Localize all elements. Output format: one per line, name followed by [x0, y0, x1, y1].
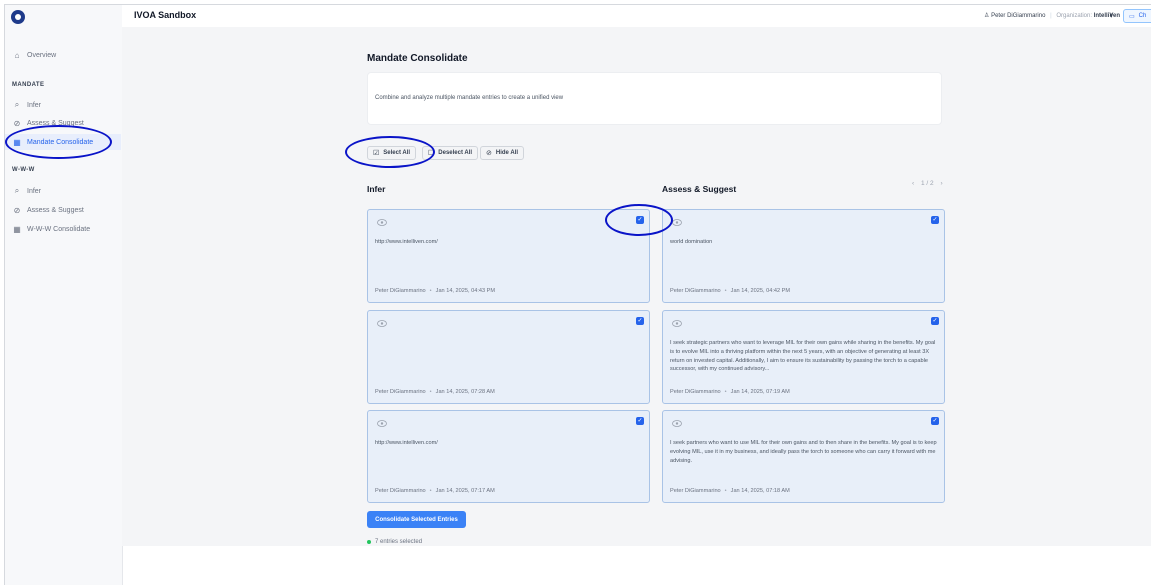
page-title: Mandate Consolidate	[367, 53, 468, 64]
sidebar: ⌂ Overview MANDATE ⌕ Infer ⊘ Assess & Su…	[5, 5, 123, 585]
deselect-all-button[interactable]: ☐ Deselect All	[422, 146, 479, 160]
entry-meta: Peter DiGiammarino • Jan 14, 2025, 04:43 P…	[375, 288, 496, 294]
eye-icon[interactable]	[672, 320, 682, 327]
square-icon: ☐	[428, 150, 435, 157]
sidebar-item-overview[interactable]: ⌂ Overview	[5, 47, 121, 63]
sidebar-item-mandate-assess[interactable]: ⊘ Assess & Suggest	[5, 115, 121, 131]
entry-checkbox[interactable]: ✓	[931, 216, 939, 224]
entry-meta: Peter DiGiammarino • Jan 14, 2025, 07:28 A…	[375, 389, 495, 395]
hide-all-button[interactable]: ⊘ Hide All	[480, 146, 524, 160]
chevron-right-icon[interactable]: ›	[940, 180, 942, 187]
entry-text: I seek strategic partners who want to le…	[670, 340, 936, 373]
search-icon: ⌕	[14, 186, 20, 195]
user-name[interactable]: Peter DiGiammarino	[991, 13, 1045, 19]
eye-icon[interactable]	[377, 420, 387, 427]
chevron-left-icon[interactable]: ‹	[912, 180, 914, 187]
sidebar-item-www-consolidate[interactable]: ▦ W-W-W Consolidate	[5, 221, 121, 237]
infer-card[interactable]: ✓ http://www.intelliven.com/ Peter DiGia…	[367, 410, 650, 503]
column-title-infer: Infer	[367, 184, 386, 194]
check-circle-icon: ⊘	[13, 118, 21, 128]
grid-icon: ▦	[13, 137, 21, 147]
entry-checkbox[interactable]: ✓	[931, 417, 939, 425]
eye-off-icon: ⊘	[486, 150, 492, 157]
entry-text: http://www.intelliven.com/	[375, 239, 438, 245]
sidebar-item-www-infer[interactable]: ⌕ Infer	[5, 183, 121, 199]
divider: |	[1050, 13, 1052, 19]
assess-card[interactable]: ✓ world domination Peter DiGiammarino • Ja…	[662, 209, 945, 303]
entry-meta: Peter DiGiammarino • Jan 14, 2025, 07:19 A…	[670, 389, 790, 395]
top-bar: IVOA Sandbox ♙ Peter DiGiammarino | Orga…	[122, 5, 1151, 28]
column-title-assess: Assess & Suggest	[662, 184, 737, 194]
main-content: Mandate Consolidate Combine and analyze …	[122, 27, 1151, 546]
checkbox-icon: ☑	[373, 150, 380, 157]
check-circle-icon: ⊘	[13, 205, 21, 215]
sidebar-item-mandate-infer[interactable]: ⌕ Infer	[5, 97, 121, 113]
chat-icon: ▭	[1129, 13, 1135, 20]
entry-checkbox[interactable]: ✓	[636, 417, 644, 425]
theme-toggle-icon[interactable]: ◐	[1109, 10, 1114, 20]
select-all-button[interactable]: ☑ Select All	[367, 146, 417, 160]
infer-card[interactable]: ✓ Peter DiGiammarino • Jan 14, 2025, 07:28…	[367, 310, 650, 404]
entry-meta: Peter DiGiammarino • Jan 14, 2025, 07:17 A…	[375, 488, 495, 494]
chat-button[interactable]: ▭ Ch	[1123, 9, 1151, 23]
app-title: IVOA Sandbox	[134, 10, 197, 20]
user-icon: ♙	[984, 13, 990, 19]
section-label-www: W-W-W	[12, 167, 35, 173]
consolidate-selected-button[interactable]: Consolidate Selected Entries	[367, 511, 466, 528]
entry-checkbox[interactable]: ✓	[931, 317, 939, 325]
selected-count: 7 entries selected	[367, 539, 422, 545]
entry-meta: Peter DiGiammarino • Jan 14, 2025, 04:42 P…	[670, 288, 791, 294]
app-logo-icon[interactable]	[11, 10, 25, 24]
organization-name[interactable]: IntelliVen	[1094, 13, 1120, 19]
eye-icon[interactable]	[672, 420, 682, 427]
assess-card[interactable]: ✓ I seek partners who want to use MIL fo…	[662, 410, 945, 503]
page-description: Combine and analyze multiple mandate ent…	[375, 95, 564, 101]
description-card: Combine and analyze multiple mandate ent…	[367, 72, 942, 125]
grid-icon: ▦	[13, 224, 21, 234]
section-label-mandate: MANDATE	[12, 82, 45, 88]
eye-icon[interactable]	[377, 219, 387, 226]
entry-text: world domination	[670, 239, 713, 245]
search-icon: ⌕	[14, 100, 20, 109]
assess-card[interactable]: ✓ I seek strategic partners who want to …	[662, 310, 945, 404]
eye-icon[interactable]	[377, 320, 387, 327]
home-icon: ⌂	[14, 50, 20, 60]
infer-card[interactable]: ✓ http://www.intelliven.com/ Peter DiGia…	[367, 209, 650, 303]
entry-checkbox[interactable]: ✓	[636, 317, 644, 325]
app-window: ⌂ Overview MANDATE ⌕ Infer ⊘ Assess & Su…	[4, 4, 1151, 585]
pagination: ‹ 1 / 2 ›	[912, 180, 943, 187]
eye-icon[interactable]	[672, 219, 682, 226]
entry-checkbox[interactable]: ✓	[636, 216, 644, 224]
status-dot-icon	[367, 540, 371, 544]
sidebar-item-www-assess[interactable]: ⊘ Assess & Suggest	[5, 202, 121, 218]
entry-text: I seek partners who want to use MIL for …	[670, 440, 937, 464]
sidebar-item-mandate-consolidate[interactable]: ▦ Mandate Consolidate	[5, 134, 121, 150]
entry-meta: Peter DiGiammarino • Jan 14, 2025, 07:18 A…	[670, 488, 790, 494]
user-info: ♙ Peter DiGiammarino | Organization: Int…	[984, 12, 1120, 19]
entry-text: http://www.intelliven.com/	[375, 440, 438, 446]
